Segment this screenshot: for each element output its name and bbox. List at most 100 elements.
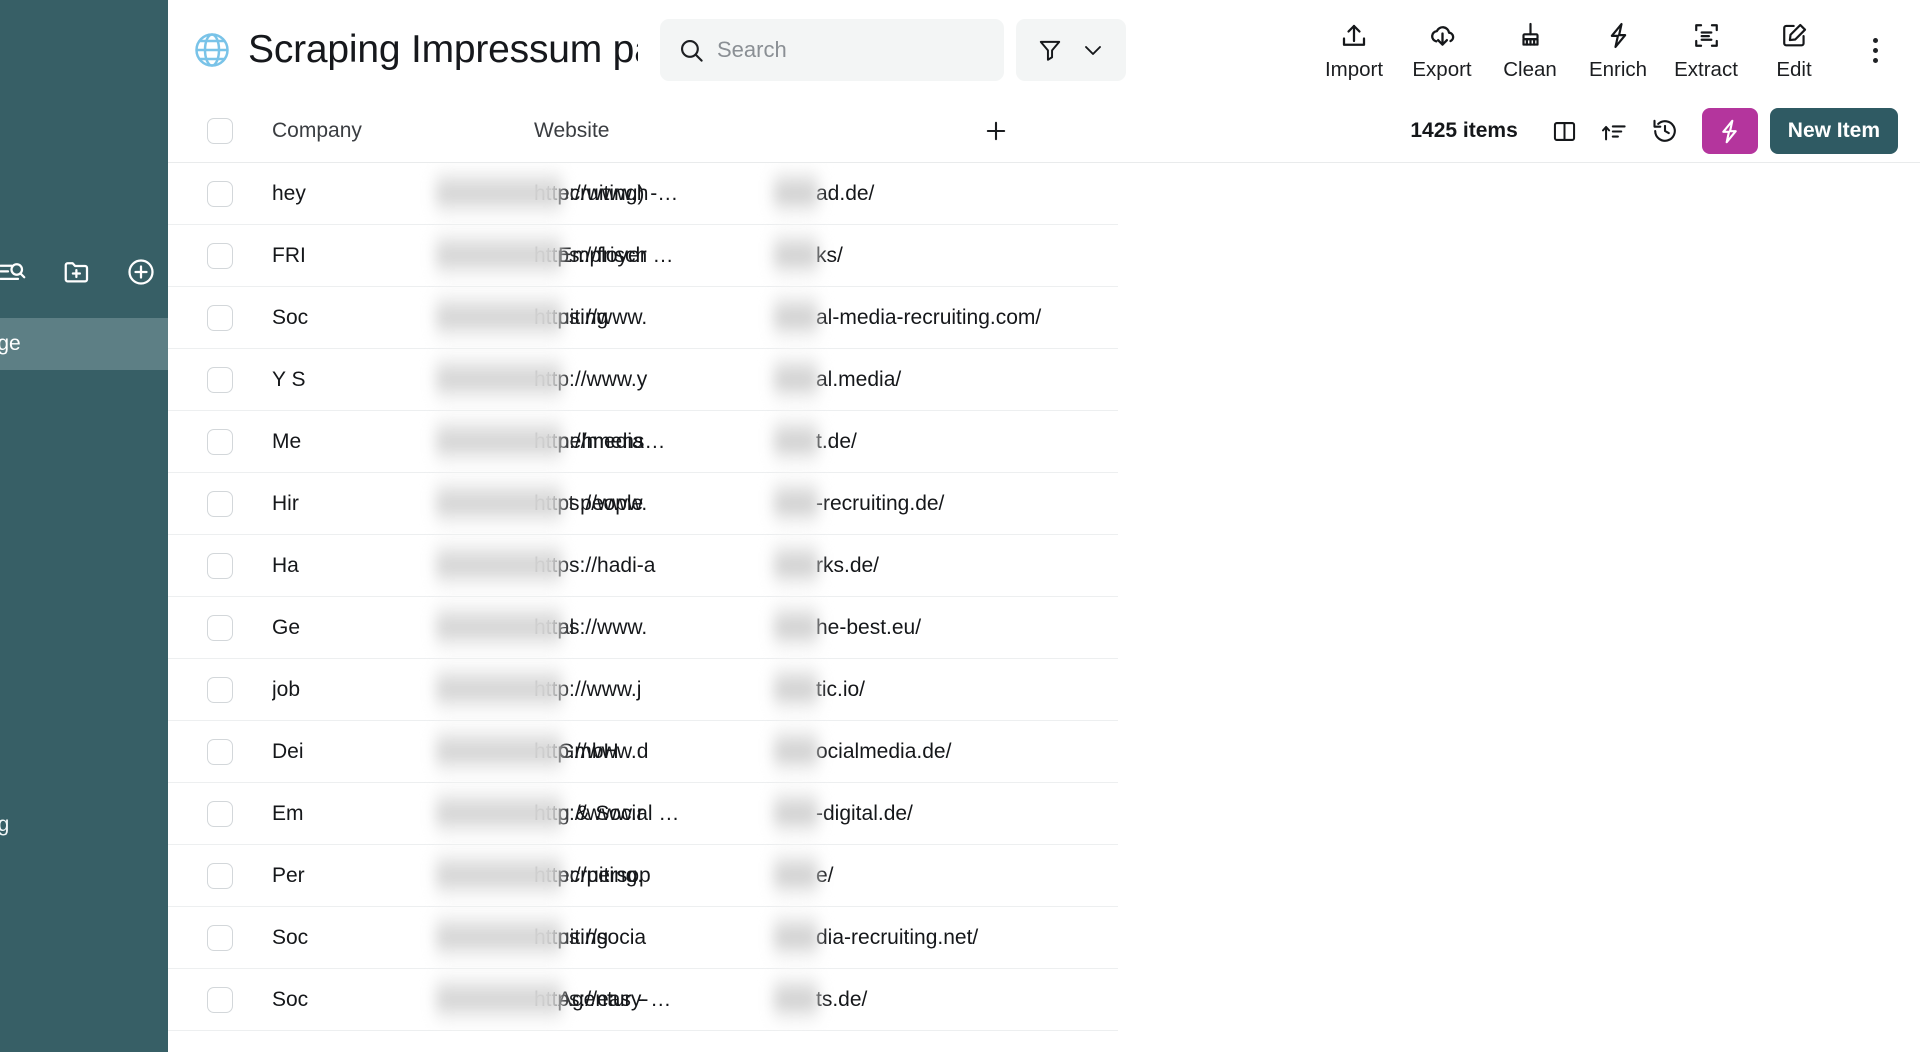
cell-website-tail: -recruiting.de/ [816,473,944,534]
cell-company[interactable]: Me [272,430,534,454]
table-row[interactable]: heyecruiting) -…http://www.had.de/ [168,163,1118,225]
row-checkbox-cell[interactable] [168,553,272,579]
cell-website[interactable]: http://www.y [534,368,982,392]
row-checkbox[interactable] [207,987,233,1013]
table-row[interactable]: Emg & Social …http://www.r-digital.de/ [168,783,1118,845]
clean-button[interactable]: Clean [1486,19,1574,82]
cell-company[interactable]: Soc [272,306,534,330]
row-checkbox-cell[interactable] [168,305,272,331]
cell-website[interactable]: http://www.r [534,802,982,826]
row-checkbox[interactable] [207,739,233,765]
row-checkbox-cell[interactable] [168,429,272,455]
table-row[interactable]: jobhttp://www.jtic.io/ [168,659,1118,721]
select-all-checkbox[interactable] [207,118,233,144]
table-row[interactable]: Menehmens…http://mediat.de/ [168,411,1118,473]
row-checkbox[interactable] [207,615,233,641]
cell-company[interactable]: Ha [272,554,534,578]
filter-control[interactable] [1016,19,1126,81]
column-header-website[interactable]: Website [534,119,982,143]
import-button[interactable]: Import [1310,19,1398,82]
row-checkbox[interactable] [207,801,233,827]
row-checkbox[interactable] [207,863,233,889]
column-header-company[interactable]: Company [272,119,534,143]
row-checkbox-cell[interactable] [168,863,272,889]
cell-company[interactable]: Per [272,864,534,888]
row-checkbox-cell[interactable] [168,677,272,703]
sidebar-icon-row [0,255,168,289]
table-row[interactable]: Socuitinghttps://www.al-media-recruiting… [168,287,1118,349]
cell-website-tail: ks/ [816,225,843,286]
table-row[interactable]: Y Shttp://www.yal.media/ [168,349,1118,411]
kebab-menu-icon[interactable] [1852,27,1898,73]
sort-icon[interactable] [1590,109,1640,153]
row-checkbox[interactable] [207,181,233,207]
cell-company[interactable]: job [272,678,534,702]
table-row[interactable]: FRIEmployer …https://frischks/ [168,225,1118,287]
row-checkbox[interactable] [207,925,233,951]
cell-company[interactable]: Ge [272,616,534,640]
cell-website[interactable]: https://easy- [534,988,982,1012]
row-checkbox[interactable] [207,677,233,703]
edit-button[interactable]: Edit [1750,19,1838,82]
row-checkbox-cell[interactable] [168,739,272,765]
row-checkbox[interactable] [207,367,233,393]
row-checkbox[interactable] [207,553,233,579]
select-all-cell[interactable] [168,118,272,144]
cell-company[interactable]: Soc [272,988,534,1012]
cell-website[interactable]: https://frisch [534,244,982,268]
list-search-icon[interactable] [0,255,30,289]
export-button[interactable]: Export [1398,19,1486,82]
cell-website[interactable]: http://media [534,430,982,454]
search-input[interactable] [717,37,986,63]
cell-company[interactable]: Y S [272,368,534,392]
table-row[interactable]: Hahttps://hadi-arks.de/ [168,535,1118,597]
sidebar-item-active-label: page [0,332,21,356]
row-checkbox[interactable] [207,429,233,455]
row-checkbox-cell[interactable] [168,925,272,951]
row-checkbox[interactable] [207,243,233,269]
cell-website[interactable]: http://www.j [534,678,982,702]
sidebar-item-active[interactable]: page [0,318,168,370]
split-view-icon[interactable] [1540,109,1590,153]
extract-button[interactable]: Extract [1662,19,1750,82]
table-row[interactable]: Hirct peoplehttps://www.-recruiting.de/ [168,473,1118,535]
new-item-button[interactable]: New Item [1770,108,1898,154]
cell-company[interactable]: Dei [272,740,534,764]
cell-company[interactable]: FRI [272,244,534,268]
cell-company[interactable]: Em [272,802,534,826]
table-row[interactable]: DeiGmbHhttp://www.docialmedia.de/ [168,721,1118,783]
history-icon[interactable] [1640,109,1690,153]
main-panel: Scraping Impressum pa [168,0,1920,1052]
table-row[interactable]: Socuitinghttps://sociadia-recruiting.net… [168,907,1118,969]
filter-funnel-icon[interactable] [1037,37,1063,63]
folder-plus-icon[interactable] [60,255,94,289]
cell-company[interactable]: Hir [272,492,534,516]
row-checkbox-cell[interactable] [168,801,272,827]
row-checkbox[interactable] [207,491,233,517]
add-column-button[interactable] [982,117,1102,145]
chevron-down-icon[interactable] [1081,38,1105,62]
row-checkbox-cell[interactable] [168,615,272,641]
row-checkbox-cell[interactable] [168,243,272,269]
quick-action-button[interactable] [1702,108,1758,154]
row-checkbox-cell[interactable] [168,491,272,517]
search-box[interactable] [660,19,1004,81]
cell-website[interactable]: http://persop [534,864,982,888]
cell-website[interactable]: https://hadi-a [534,554,982,578]
sidebar-item-lower[interactable]: ng [0,800,168,850]
row-checkbox-cell[interactable] [168,987,272,1013]
table-row[interactable]: Perecruiting.http://persope/ [168,845,1118,907]
cell-website[interactable]: http://www.h [534,182,982,206]
enrich-button[interactable]: Enrich [1574,19,1662,82]
table-row[interactable]: Gealhttps://www.he-best.eu/ [168,597,1118,659]
row-checkbox-cell[interactable] [168,181,272,207]
broom-icon [1516,19,1545,53]
circle-plus-icon[interactable] [124,255,158,289]
row-checkbox[interactable] [207,305,233,331]
cell-company[interactable]: hey [272,182,534,206]
cloud-download-icon [1427,19,1458,53]
row-checkbox-cell[interactable] [168,367,272,393]
cell-company[interactable]: Soc [272,926,534,950]
table-row[interactable]: SocAgentur - …https://easy-ts.de/ [168,969,1118,1031]
cell-website-tail: rks.de/ [816,535,879,596]
